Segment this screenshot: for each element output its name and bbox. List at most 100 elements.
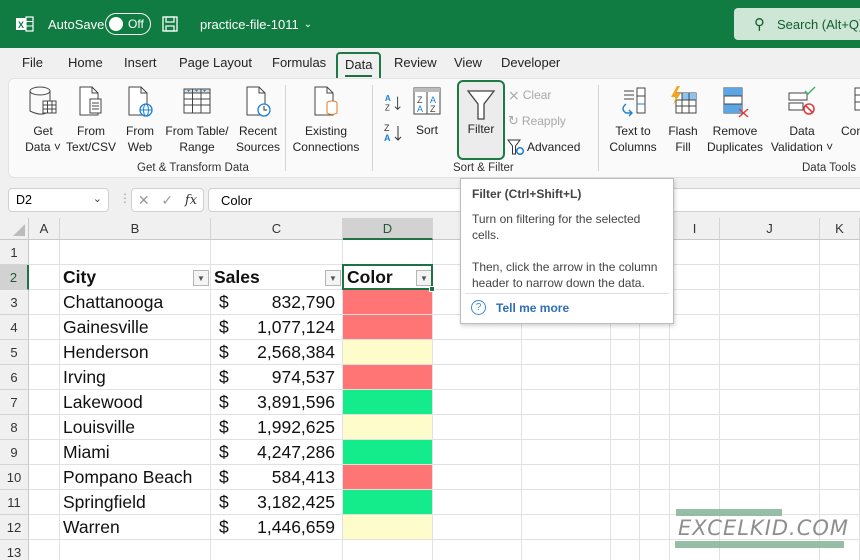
row-header-6[interactable]: 6 (0, 365, 29, 390)
column-header-i[interactable]: I (670, 218, 720, 240)
insert-function-icon[interactable]: fx (185, 193, 197, 208)
tab-page-layout[interactable]: Page Layout (179, 48, 252, 78)
tab-view[interactable]: View (454, 48, 482, 78)
cell-sales[interactable]: 3,891,596 (240, 390, 335, 415)
enter-check-icon[interactable]: ✓ (161, 192, 173, 209)
column-header-c[interactable]: C (211, 218, 343, 240)
save-icon[interactable] (162, 0, 178, 48)
flash-fill-button[interactable]: Flash Fill (663, 85, 703, 155)
row-header-2[interactable]: 2 (0, 265, 29, 290)
formula-bar-resize-handle[interactable]: ⋮ (119, 191, 131, 205)
tab-file[interactable]: File (22, 48, 43, 78)
advanced-filter-button[interactable]: Advanced (507, 137, 580, 157)
row-header-3[interactable]: 3 (0, 290, 29, 315)
cell-color-fill-green[interactable] (343, 440, 432, 464)
sort-a-to-z-button[interactable]: AZ (383, 93, 405, 113)
column-header-a[interactable]: A (29, 218, 60, 240)
cell-sales[interactable]: 1,077,124 (240, 315, 335, 340)
autosave-toggle[interactable]: Off (105, 13, 151, 35)
cell-city[interactable]: Lakewood (63, 390, 143, 415)
chevron-down-icon[interactable]: ⌄ (93, 192, 102, 205)
group-label-data-tools: Data Tools (802, 162, 857, 174)
cell-city[interactable]: Springfield (63, 490, 146, 515)
row-header-4[interactable]: 4 (0, 315, 29, 340)
column-header-j[interactable]: J (720, 218, 820, 240)
cell-city[interactable]: Miami (63, 440, 110, 465)
row-header-13[interactable]: 13 (0, 540, 29, 560)
chevron-down-icon: ⌄ (303, 18, 313, 30)
row-header-12[interactable]: 12 (0, 515, 29, 540)
name-box[interactable]: D2 ⌄ (8, 188, 109, 212)
cell-currency-symbol: $ (219, 392, 229, 412)
data-validation-button[interactable]: Data Validation ˅ (766, 85, 838, 155)
sort-button[interactable]: ZAAZ Sort (412, 87, 442, 138)
cell-b2-city-header[interactable]: City (63, 265, 96, 290)
search-input[interactable]: ⚲ Search (Alt+Q) (734, 8, 860, 40)
cell-color-fill-yellow[interactable] (343, 515, 432, 539)
clear-filter-button[interactable]: ⨯ Clear (508, 85, 551, 105)
tab-insert[interactable]: Insert (124, 48, 157, 78)
cell-color-fill-green[interactable] (343, 390, 432, 414)
cell-city[interactable]: Warren (63, 515, 120, 540)
row-header-8[interactable]: 8 (0, 415, 29, 440)
fill-handle[interactable] (429, 286, 435, 292)
cell-city[interactable]: Chattanooga (63, 290, 163, 315)
row-header-11[interactable]: 11 (0, 490, 29, 515)
cell-city[interactable]: Gainesville (63, 315, 149, 340)
cell-color-fill-yellow[interactable] (343, 340, 432, 364)
recent-sources-label-1: Recent (238, 124, 278, 138)
row-header-7[interactable]: 7 (0, 390, 29, 415)
tab-review[interactable]: Review (394, 48, 437, 78)
from-text-csv-button[interactable]: From Text/CSV (66, 85, 116, 155)
cell-sales[interactable]: 584,413 (240, 465, 335, 490)
cell-color-fill-green[interactable] (343, 490, 432, 514)
cell-sales[interactable]: 832,790 (240, 290, 335, 315)
select-all-button[interactable] (0, 218, 29, 240)
cell-city[interactable]: Henderson (63, 340, 149, 365)
column-header-b[interactable]: B (60, 218, 211, 240)
cell-city[interactable]: Irving (63, 365, 106, 390)
cancel-icon[interactable]: ✕ (138, 192, 150, 209)
tab-formulas[interactable]: Formulas (272, 48, 326, 78)
row-header-5[interactable]: 5 (0, 340, 29, 365)
get-data-label-2: Data ˅ (25, 140, 61, 154)
existing-connections-button[interactable]: Existing Connections (290, 85, 362, 155)
cell-c2-sales-header[interactable]: Sales (214, 265, 260, 290)
column-header-d[interactable]: D (343, 218, 433, 240)
tab-home[interactable]: Home (68, 48, 103, 78)
reapply-button[interactable]: ↻ Reapply (508, 111, 566, 131)
cell-sales[interactable]: 3,182,425 (240, 490, 335, 515)
cell-color-fill-red[interactable] (343, 465, 432, 489)
sort-z-to-a-button[interactable]: ZA (383, 123, 405, 143)
cell-sales[interactable]: 1,446,659 (240, 515, 335, 540)
consolidate-button[interactable]: Con (841, 85, 860, 139)
from-table-range-button[interactable]: From Table/ Range (163, 85, 231, 155)
from-web-button[interactable]: From Web (122, 85, 158, 155)
filter-button[interactable]: Filter (457, 80, 505, 160)
filter-dropdown-city[interactable]: ▼ (193, 270, 209, 286)
cell-sales[interactable]: 4,247,286 (240, 440, 335, 465)
get-data-button[interactable]: Get Data ˅ (23, 85, 63, 155)
cell-sales[interactable]: 1,992,625 (240, 415, 335, 440)
filter-dropdown-sales[interactable]: ▼ (325, 270, 341, 286)
tab-developer[interactable]: Developer (501, 48, 560, 78)
remove-duplicates-button[interactable]: Remove Duplicates (705, 85, 765, 155)
svg-text:A: A (384, 133, 391, 143)
cell-city[interactable]: Pompano Beach (63, 465, 192, 490)
file-name-button[interactable]: practice-file-1011 ⌄ (200, 0, 312, 48)
row-header-9[interactable]: 9 (0, 440, 29, 465)
cell-sales[interactable]: 974,537 (240, 365, 335, 390)
row-header-10[interactable]: 10 (0, 465, 29, 490)
tell-me-more-link[interactable]: ? Tell me more (471, 300, 569, 315)
cell-color-fill-red[interactable] (343, 290, 432, 314)
column-header-k[interactable]: K (820, 218, 860, 240)
cell-color-fill-yellow[interactable] (343, 415, 432, 439)
cell-color-fill-red[interactable] (343, 365, 432, 389)
row-header-1[interactable]: 1 (0, 240, 29, 265)
cell-city[interactable]: Louisville (63, 415, 135, 440)
cell-sales[interactable]: 2,568,384 (240, 340, 335, 365)
cell-color-fill-red[interactable] (343, 315, 432, 339)
recent-sources-button[interactable]: Recent Sources (233, 85, 283, 155)
grid-line (59, 240, 60, 560)
text-to-columns-button[interactable]: Text to Columns (607, 85, 659, 155)
